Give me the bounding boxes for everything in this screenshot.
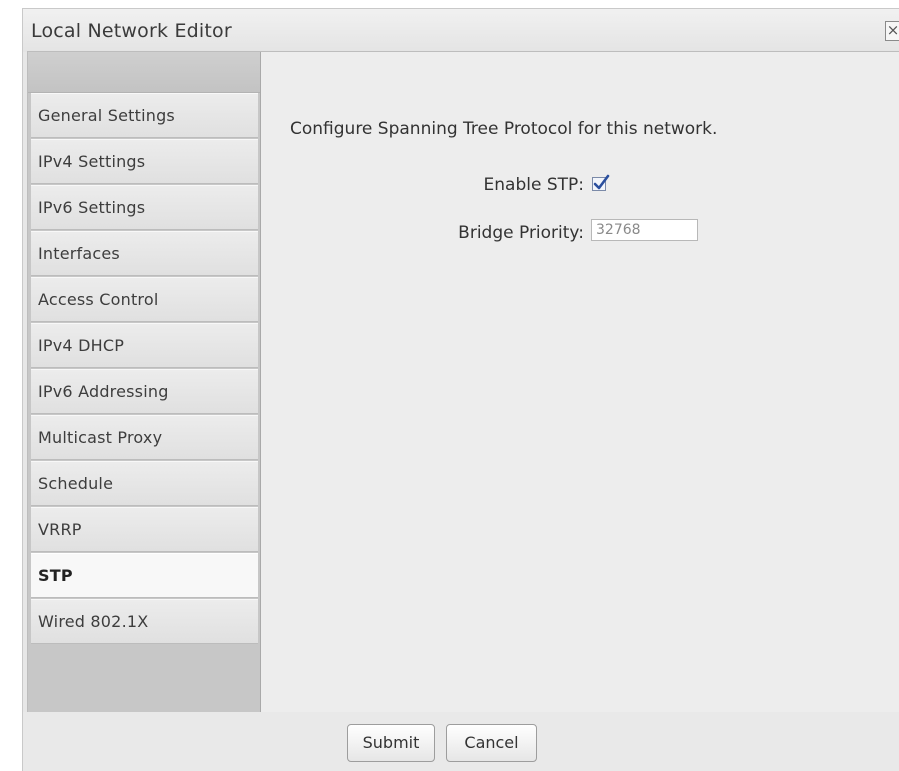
sidebar-item-label: IPv4 DHCP (38, 336, 125, 355)
sidebar-header (28, 52, 260, 93)
sidebar-item-ipv4-dhcp[interactable]: IPv4 DHCP (31, 323, 258, 368)
sidebar-item-wired-8021x[interactable]: Wired 802.1X (31, 599, 258, 644)
sidebar-item-label: Interfaces (38, 244, 120, 263)
local-network-editor-dialog: Local Network Editor × General Settings … (22, 8, 899, 771)
enable-stp-checkbox[interactable] (592, 174, 610, 191)
sidebar: General Settings IPv4 Settings IPv6 Sett… (28, 52, 261, 712)
sidebar-item-label: Access Control (38, 290, 159, 309)
sidebar-item-access-control[interactable]: Access Control (31, 277, 258, 322)
sidebar-item-vrrp[interactable]: VRRP (31, 507, 258, 552)
sidebar-item-label: IPv6 Settings (38, 198, 146, 217)
stp-panel: Configure Spanning Tree Protocol for thi… (261, 52, 899, 712)
submit-button[interactable]: Submit (347, 724, 435, 762)
sidebar-item-ipv6-addressing[interactable]: IPv6 Addressing (31, 369, 258, 414)
sidebar-item-interfaces[interactable]: Interfaces (31, 231, 258, 276)
sidebar-item-label: Multicast Proxy (38, 428, 163, 447)
sidebar-item-label: IPv4 Settings (38, 152, 146, 171)
bridge-priority-input[interactable] (591, 219, 698, 241)
sidebar-item-label: STP (38, 566, 73, 585)
sidebar-item-ipv4-settings[interactable]: IPv4 Settings (31, 139, 258, 184)
dialog-footer: Submit Cancel (23, 712, 899, 771)
sidebar-item-label: VRRP (38, 520, 82, 539)
sidebar-item-ipv6-settings[interactable]: IPv6 Settings (31, 185, 258, 230)
enable-stp-label: Enable STP: (483, 175, 584, 195)
dialog-body: General Settings IPv4 Settings IPv6 Sett… (27, 51, 899, 713)
cancel-button[interactable]: Cancel (446, 724, 537, 762)
panel-description: Configure Spanning Tree Protocol for thi… (290, 119, 718, 139)
title-bar: Local Network Editor × (23, 9, 899, 52)
dialog-title: Local Network Editor (31, 20, 232, 42)
close-icon[interactable]: × (885, 21, 899, 41)
sidebar-item-multicast-proxy[interactable]: Multicast Proxy (31, 415, 258, 460)
sidebar-item-schedule[interactable]: Schedule (31, 461, 258, 506)
sidebar-item-label: Schedule (38, 474, 114, 493)
checkmark-icon (593, 174, 610, 190)
bridge-priority-label: Bridge Priority: (458, 223, 584, 243)
sidebar-item-general-settings[interactable]: General Settings (31, 93, 258, 138)
sidebar-item-label: General Settings (38, 106, 175, 125)
sidebar-item-label: Wired 802.1X (38, 612, 149, 631)
sidebar-item-label: IPv6 Addressing (38, 382, 169, 401)
sidebar-item-stp[interactable]: STP (31, 553, 258, 598)
